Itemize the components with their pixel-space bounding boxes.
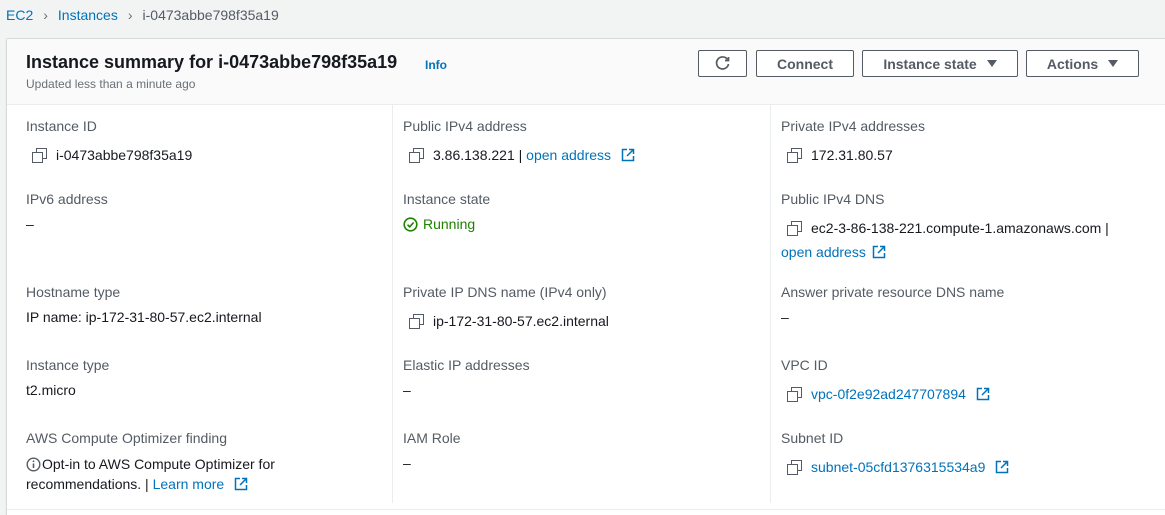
private-ipv4-text: 172.31.80.57 (811, 147, 893, 163)
breadcrumb-ec2-link[interactable]: EC2 (6, 7, 33, 23)
copy-icon[interactable] (787, 459, 802, 475)
chevron-right-icon: › (127, 7, 133, 23)
public-dns-value: ec2-3-86-138-221.compute-1.amazonaws.com… (787, 218, 1109, 238)
public-ipv4-text: 3.86.138.221 (433, 147, 515, 163)
copy-icon[interactable] (409, 147, 424, 163)
public-dns-text: ec2-3-86-138-221.compute-1.amazonaws.com… (811, 220, 1109, 236)
optimizer-line-1: Opt-in to AWS Compute Optimizer for (26, 454, 275, 474)
subnet-id-label: Subnet ID (781, 430, 844, 446)
refresh-icon (715, 56, 730, 70)
info-circle-icon (26, 456, 41, 472)
instance-type-label: Instance type (26, 357, 110, 373)
connect-button[interactable]: Connect (756, 50, 854, 77)
actions-button[interactable]: Actions (1026, 50, 1139, 77)
ipv6-label: IPv6 address (26, 191, 108, 207)
check-circle-icon (403, 216, 418, 232)
public-dns-line: ec2-3-86-138-221.compute-1.amazonaws.com… (787, 218, 1109, 238)
vpc-id-link[interactable]: vpc-0f2e92ad247707894 (811, 386, 990, 402)
private-dns-value: ip-172-31-80-57.ec2.internal (409, 313, 609, 329)
elastic-ip-value: – (403, 382, 411, 398)
optimizer-text-2: recommendations. | (26, 476, 153, 492)
private-dns-text: ip-172-31-80-57.ec2.internal (433, 313, 609, 329)
hostname-type-label: Hostname type (26, 284, 121, 300)
breadcrumb-current: i-0473abbe798f35a19 (142, 7, 279, 23)
vpc-id-text: vpc-0f2e92ad247707894 (811, 386, 966, 402)
instance-state-field-label: Instance state (403, 191, 491, 207)
external-link-icon (996, 460, 1009, 474)
breadcrumb-instances-link[interactable]: Instances (58, 7, 118, 23)
actions-label: Actions (1046, 55, 1099, 72)
public-dns-open-address-link[interactable]: open address (781, 244, 886, 260)
column-divider (770, 105, 771, 503)
copy-icon[interactable] (787, 147, 802, 163)
optimizer-line-2: recommendations. | Learn more (26, 474, 275, 494)
iam-role-label: IAM Role (403, 430, 461, 446)
hostname-type-value: IP name: ip-172-31-80-57.ec2.internal (26, 309, 262, 325)
external-link-icon (872, 245, 886, 259)
copy-icon[interactable] (32, 147, 47, 163)
info-link[interactable]: Info (425, 58, 447, 72)
breadcrumb: EC2 › Instances › i-0473abbe798f35a19 (0, 0, 1165, 30)
instance-state-text: Running (423, 216, 476, 232)
optimizer-text-1: Opt-in to AWS Compute Optimizer for (42, 456, 275, 472)
external-link-icon (976, 387, 990, 401)
open-address-link[interactable]: open address (526, 147, 635, 163)
optimizer-value: Opt-in to AWS Compute Optimizer for reco… (26, 454, 275, 494)
instance-summary-panel: Instance summary for i-0473abbe798f35a19… (6, 38, 1165, 515)
elastic-ip-label: Elastic IP addresses (403, 357, 530, 373)
learn-more-label: Learn more (152, 476, 225, 492)
instance-state-label: Instance state (883, 55, 977, 72)
instance-id-value: i-0473abbe798f35a19 (32, 147, 192, 163)
updated-status: Updated less than a minute ago (26, 77, 196, 91)
column-divider (392, 105, 393, 503)
private-dns-label: Private IP DNS name (IPv4 only) (403, 284, 607, 300)
caret-down-icon (986, 60, 997, 67)
instance-id-text: i-0473abbe798f35a19 (56, 147, 193, 163)
answer-dns-label: Answer private resource DNS name (781, 284, 1005, 300)
copy-icon[interactable] (787, 220, 802, 236)
panel-bottom-divider (7, 509, 1165, 510)
external-link-icon (621, 148, 635, 162)
public-ipv4-separator: | (514, 147, 527, 163)
private-ipv4-label: Private IPv4 addresses (781, 118, 925, 134)
vpc-id-label: VPC ID (781, 357, 828, 373)
instance-type-value: t2.micro (26, 382, 76, 398)
learn-more-link[interactable]: Learn more (153, 476, 248, 492)
open-address-label: open address (526, 147, 612, 163)
public-dns-label: Public IPv4 DNS (781, 191, 885, 207)
chevron-right-icon: › (43, 7, 48, 23)
subnet-id-link[interactable]: subnet-05cfd1376315534a9 (811, 459, 1009, 475)
copy-icon[interactable] (787, 386, 802, 402)
panel-header: Instance summary for i-0473abbe798f35a19… (7, 39, 1165, 105)
public-ipv4-label: Public IPv4 address (403, 118, 527, 134)
page-title: Instance summary for i-0473abbe798f35a19 (26, 52, 398, 72)
instance-id-label: Instance ID (26, 118, 97, 134)
instance-state-button[interactable]: Instance state (862, 50, 1018, 77)
subnet-id-value: subnet-05cfd1376315534a9 (787, 459, 1009, 475)
subnet-id-text: subnet-05cfd1376315534a9 (811, 459, 986, 475)
copy-icon[interactable] (409, 313, 424, 329)
public-ipv4-value: 3.86.138.221 | open address (409, 147, 635, 163)
vpc-id-value: vpc-0f2e92ad247707894 (787, 386, 990, 402)
optimizer-label: AWS Compute Optimizer finding (26, 430, 227, 446)
ipv6-value: – (26, 216, 34, 232)
answer-dns-value: – (781, 309, 789, 325)
caret-down-icon (1108, 60, 1119, 67)
private-ipv4-value: 172.31.80.57 (787, 147, 893, 163)
external-link-icon (234, 477, 248, 491)
public-dns-open-address-label: open address (781, 244, 866, 260)
instance-state-value: Running (403, 216, 475, 232)
refresh-button[interactable] (698, 50, 747, 77)
iam-role-value: – (403, 455, 411, 471)
